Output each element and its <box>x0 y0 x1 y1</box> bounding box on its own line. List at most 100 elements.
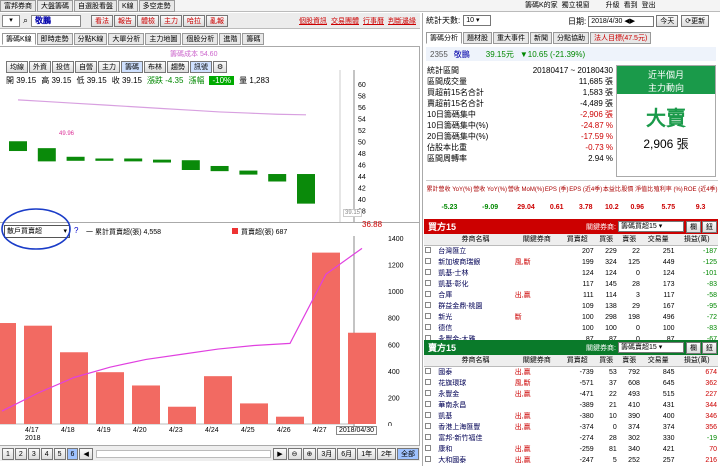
tab-branch-help[interactable]: 分點協助 <box>553 32 589 44</box>
column-header[interactable]: 關鍵券商 <box>513 355 560 367</box>
table-cell[interactable]: 凱基-士林 <box>437 268 514 279</box>
scrollbar[interactable] <box>95 449 272 458</box>
table-cell[interactable]: 合庫 <box>437 290 514 301</box>
tab-branch-kline[interactable]: 分點K線 <box>73 33 108 45</box>
column-header[interactable]: 交易量 <box>640 355 676 367</box>
link-checkin[interactable]: 看到 <box>624 0 638 12</box>
table-cell[interactable]: 台灣匯立 <box>437 246 514 258</box>
sell-col-button[interactable]: 欄 <box>686 341 701 354</box>
next-icon[interactable]: ▶ <box>273 447 287 460</box>
table-cell[interactable]: 花旗環球 <box>437 378 514 389</box>
btn-view[interactable]: 看法 <box>91 14 114 27</box>
column-header[interactable]: 買賣超 <box>559 355 595 367</box>
sell-filter-select[interactable]: 籌碼賣超15 ▾ <box>618 342 684 353</box>
tab-market-chips[interactable]: 大盤籌碼 <box>37 0 73 12</box>
table-row[interactable]: 新光斷 100 298 198 496 -72 <box>424 312 718 323</box>
table-cell[interactable]: 香港上海匯豐 <box>437 422 514 433</box>
row-checkbox[interactable] <box>424 400 437 411</box>
period-3m[interactable]: 3月 <box>317 447 337 460</box>
buy-btn-button[interactable]: 鈕 <box>702 220 717 233</box>
table-cell[interactable]: 德信 <box>437 323 514 334</box>
table-row[interactable]: 新加坡商瑞銀 風,斷 199 324 125 449 -125 <box>424 257 718 268</box>
tab-bigorder[interactable]: 大單分析 <box>108 33 145 45</box>
table-cell[interactable]: 新光 <box>437 312 514 323</box>
row-checkbox[interactable] <box>424 411 437 422</box>
table-cell[interactable]: 新加坡商瑞銀 <box>437 257 514 268</box>
link-edge[interactable]: 判斷邊緣 <box>388 16 416 26</box>
row-checkbox[interactable] <box>424 323 437 334</box>
prev-icon[interactable]: ◀ <box>79 447 93 460</box>
btn-chat[interactable]: 哈拉 <box>183 14 206 27</box>
table-row[interactable]: 國泰 出,贏 -739 53 792 845 674 <box>424 367 718 379</box>
column-header[interactable]: 券商名稱 <box>437 234 514 246</box>
row-checkbox[interactable] <box>424 378 437 389</box>
tab-trend[interactable]: 多空走勢 <box>138 0 175 12</box>
table-cell[interactable]: 凱基 <box>437 411 514 422</box>
period-6m[interactable]: 6月 <box>337 447 357 460</box>
tab-news[interactable]: 新聞 <box>530 32 552 44</box>
table-row[interactable]: 康和 出,贏 -259 81 340 421 70 <box>424 444 718 455</box>
link-upgrade[interactable]: 升級 <box>606 0 620 12</box>
page-6[interactable]: 6 <box>66 447 79 460</box>
table-row[interactable]: 永豐金 出,贏 -471 22 493 515 227 <box>424 389 718 400</box>
row-checkbox[interactable] <box>424 279 437 290</box>
table-row[interactable]: 德信 100 100 0 100 -83 <box>424 323 718 334</box>
tab-stock-analysis[interactable]: 個股分析 <box>182 33 219 45</box>
search-icon[interactable]: ⌕ <box>23 15 28 26</box>
tab-watchlist[interactable]: 自選股看盤 <box>74 0 117 12</box>
symbol-box[interactable]: ▾ <box>2 14 20 27</box>
today-button[interactable]: 今天 <box>656 15 679 27</box>
row-checkbox[interactable] <box>424 301 437 312</box>
link-calendar[interactable]: 行事曆 <box>363 16 384 26</box>
table-cell[interactable]: 永豐金 <box>437 389 514 400</box>
symbol-name[interactable]: 敬鵬 <box>31 14 82 27</box>
table-row[interactable]: 富邦-新竹福佳 -274 28 302 330 -19 <box>424 433 718 444</box>
btn-report[interactable]: 報告 <box>114 14 137 27</box>
column-header[interactable]: 買張 <box>594 355 618 367</box>
period-1y[interactable]: 1年 <box>357 447 377 460</box>
column-header[interactable]: 賣張 <box>617 234 641 246</box>
tab-chip-kline[interactable]: 籌碼K線 <box>2 33 36 45</box>
zoom-out-icon[interactable]: ⊖ <box>287 447 302 460</box>
table-cell[interactable]: 國泰 <box>437 367 514 379</box>
column-header[interactable]: 買賣超 <box>559 234 595 246</box>
row-checkbox[interactable] <box>424 455 437 466</box>
column-header[interactable]: 損益(萬) <box>675 355 718 367</box>
table-row[interactable]: 凱基 出,贏 -380 10 390 400 346 <box>424 411 718 422</box>
link-popup[interactable]: 獨立視窗 <box>562 0 590 12</box>
row-checkbox[interactable] <box>424 312 437 323</box>
tab-target[interactable]: 法人目標(47.5元) <box>590 32 652 44</box>
row-checkbox[interactable] <box>424 257 437 268</box>
date-input[interactable]: 2018/4/30 ◀▶ <box>588 15 655 27</box>
row-checkbox[interactable] <box>424 433 437 444</box>
btn-health[interactable]: 體檢 <box>137 14 160 27</box>
table-row[interactable]: 華南永昌 -389 21 410 431 344 <box>424 400 718 411</box>
buy-filter-select[interactable]: 籌碼買超15 ▾ <box>618 221 684 232</box>
period-2y[interactable]: 2年 <box>377 447 396 460</box>
tab-kline[interactable]: K線 <box>118 0 138 12</box>
link-logout[interactable]: 登出 <box>642 0 656 12</box>
table-cell[interactable]: 富邦-新竹福佳 <box>437 433 514 444</box>
tab-realtime[interactable]: 即時走勢 <box>36 33 73 45</box>
table-row[interactable]: 香港上海匯豐 出,贏 -374 0 374 374 356 <box>424 422 718 433</box>
sell-btn-button[interactable]: 鈕 <box>702 341 717 354</box>
table-cell[interactable]: 康和 <box>437 444 514 455</box>
table-row[interactable]: 群益金鼎-桃園 109 138 29 167 -95 <box>424 301 718 312</box>
column-header[interactable]: 關鍵券商 <box>513 234 560 246</box>
tab-chips[interactable]: 籌碼 <box>242 33 265 45</box>
btn-news[interactable]: 亂報 <box>206 14 229 27</box>
table-cell[interactable]: 大和國泰 <box>437 455 514 466</box>
link-group[interactable]: 交易團體 <box>331 16 359 26</box>
page-5[interactable]: 5 <box>53 447 66 460</box>
period-all[interactable]: 全部 <box>397 447 419 460</box>
row-checkbox[interactable] <box>424 422 437 433</box>
row-checkbox[interactable] <box>424 290 437 301</box>
refresh-button[interactable]: ⟳更新 <box>681 15 710 27</box>
zoom-in-icon[interactable]: ⊕ <box>302 447 317 460</box>
table-row[interactable]: 大和國泰 出,贏 -247 5 252 257 216 <box>424 455 718 466</box>
page-4[interactable]: 4 <box>40 447 53 460</box>
table-row[interactable]: 花旗環球 風,斷 -571 37 608 645 362 <box>424 378 718 389</box>
page-3[interactable]: 3 <box>27 447 40 460</box>
table-row[interactable]: 凱基-士林 124 124 0 124 -101 <box>424 268 718 279</box>
row-checkbox[interactable] <box>424 246 437 258</box>
